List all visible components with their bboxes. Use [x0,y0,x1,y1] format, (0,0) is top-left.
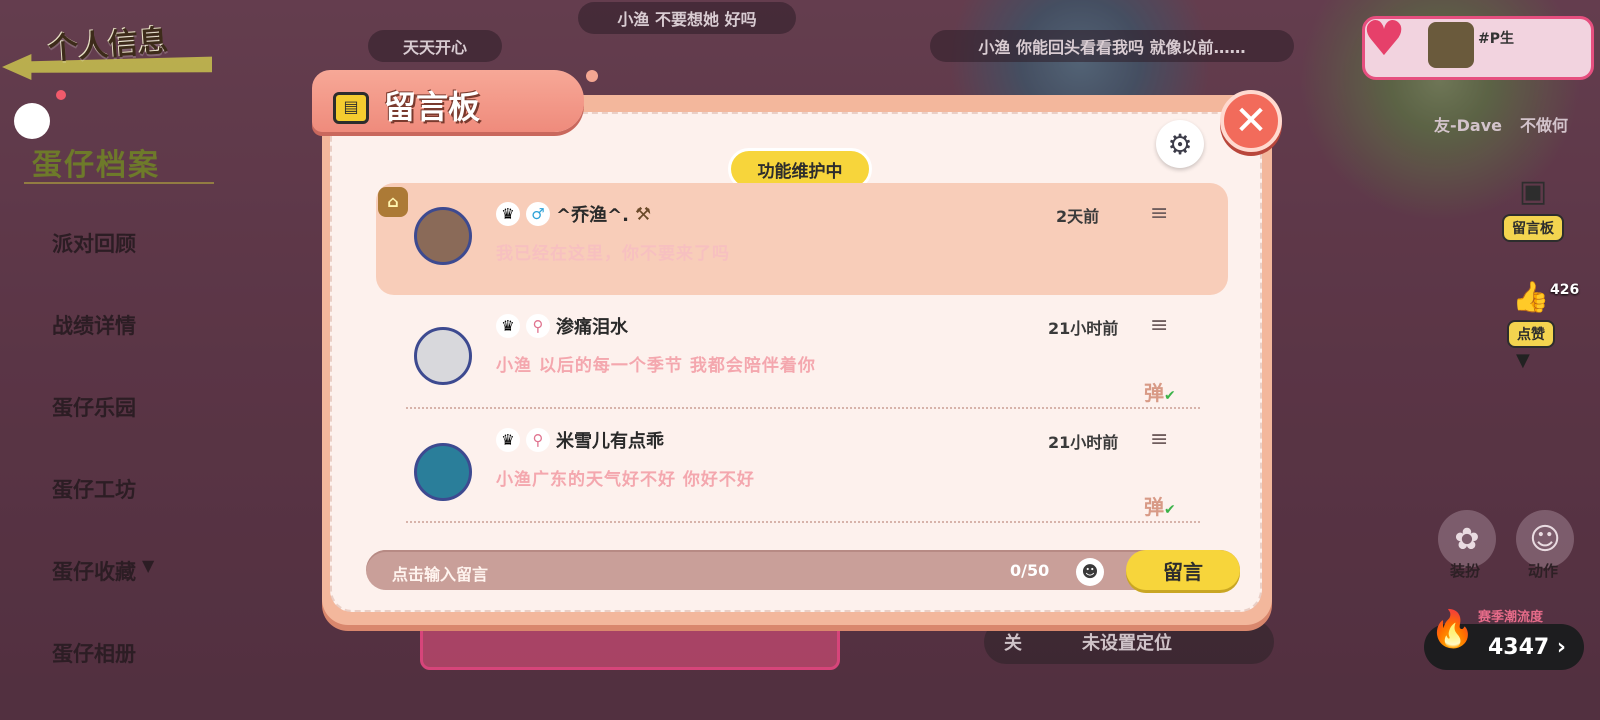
search-icon: ⚲ [526,428,550,452]
danmu-pill-3: 小渔 你能回头看看我吗 就像以前…… [930,30,1294,62]
rank-badge-icon: ♛ [496,314,520,338]
heat-value: 4347 [1488,634,1550,660]
rank-badge-icon: ♛ [496,202,520,226]
message-input-placeholder[interactable]: 点击输入留言 [392,561,488,585]
close-icon: ✕ [1234,98,1268,144]
action-label: 动作 [1528,562,1559,580]
message-text: 我已经在这里，你不要来了吗 [496,244,730,264]
like-button-label: 点赞 [1507,320,1555,348]
menu-item-label: 派对回顾 [52,232,136,256]
location-pill[interactable]: 关 未设置定位 [984,620,1274,664]
rank-badge-icon: ♛ [496,428,520,452]
board-button[interactable]: ▣ 留言板 [1494,168,1572,242]
male-icon: ♂ [526,202,550,226]
menu-icon[interactable]: ≡ [1150,201,1168,226]
menu-item-collection[interactable]: 蛋仔收藏 ▼ [52,556,154,638]
profile-avatar[interactable] [1428,22,1474,68]
chevron-down-icon[interactable]: ▼ [1516,350,1530,371]
menu-item-party-review[interactable]: 派对回顾 [52,228,154,310]
location-toggle[interactable]: 关 [1004,629,1022,655]
check-icon: ✔ [1164,388,1176,404]
user-name[interactable]: 米雪儿有点乖 [556,427,664,453]
timestamp: 21小时前 [1048,319,1119,338]
profile-name: #P生 [1478,31,1514,47]
avatar[interactable] [14,103,50,139]
user-name[interactable]: ^乔渔^. [556,201,629,227]
like-count: 426 [1550,282,1580,298]
menu-item-label: 战绩详情 [52,314,136,338]
board-button-label: 留言板 [1502,214,1564,242]
timestamp: 21小时前 [1048,433,1119,452]
page-title: 个人信息 [47,23,170,68]
avatar[interactable] [414,327,472,385]
menu-item-album[interactable]: 蛋仔相册 [52,638,154,720]
decorative-dot [586,70,598,82]
board-icon: ▤ [333,92,369,124]
message-input[interactable] [366,550,1240,590]
char-count: 0/50 [1010,561,1050,580]
menu-item-label: 蛋仔收藏 [52,560,136,584]
menu-icon[interactable]: ≡ [1150,313,1168,338]
chevron-down-icon: ▼ [142,556,155,575]
menu-item-label: 蛋仔工坊 [52,478,136,502]
close-button[interactable]: ✕ [1220,90,1282,152]
message-meta: ♛ ⚲ 渗痛泪水 [496,313,628,339]
section-title[interactable]: 蛋仔档案 [32,140,160,184]
message-meta: ♛ ♂ ^乔渔^. ⚒ [496,201,651,227]
settings-button[interactable]: ⚙ [1156,120,1204,168]
danmu-label: 弹 [1144,495,1164,519]
danmu-pill-2: 天天开心 [368,30,502,62]
board-icon: ▣ [1518,173,1548,209]
friend-status: 不做何 [1520,116,1569,135]
hammer-icon: ⚒ [635,203,652,225]
timestamp: 2天前 [1056,207,1100,226]
menu-icon[interactable]: ≡ [1150,427,1168,452]
menu-item-label: 蛋仔相册 [52,642,136,666]
message-text: 小渔广东的天气好不好 你好不好 [496,470,755,490]
flame-icon: 🔥 [1430,609,1475,650]
heart-icon: ♥ [1362,11,1406,67]
check-icon: ✔ [1164,502,1176,518]
list-item[interactable]: ♛ ⚲ 米雪儿有点乖 21小时前 ≡ 小渔广东的天气好不好 你好不好 弹✔ [406,409,1200,523]
friend-name: 友-Dave [1434,116,1503,135]
avatar[interactable] [414,207,472,265]
menu-item-battle-details[interactable]: 战绩详情 [52,310,154,392]
danmu-label: 弹 [1144,381,1164,405]
list-item[interactable]: ⌂ ♛ ♂ ^乔渔^. ⚒ 2天前 ≡ 我已经在这里，你不要来了吗 [376,183,1228,295]
dialog-title: 留言板 [384,88,481,126]
message-meta: ♛ ⚲ 米雪儿有点乖 [496,427,664,453]
divider [24,182,214,184]
menu-item-paradise[interactable]: 蛋仔乐园 [52,392,154,474]
menu-item-label: 蛋仔乐园 [52,396,136,420]
emoji-icon[interactable]: ☻ [1076,558,1104,586]
list-item[interactable]: ♛ ⚲ 渗痛泪水 21小时前 ≡ 小渔 以后的每一个季节 我都会陪伴着你 弹✔ [406,295,1200,409]
location-text: 未设置定位 [1082,633,1172,654]
message-text: 小渔 以后的每一个季节 我都会陪伴着你 [496,356,816,376]
heat-label: 赛季潮流度 [1478,610,1544,625]
pin-icon: ⌂ [378,187,408,217]
dress-label: 装扮 [1450,562,1481,580]
stats-strip [420,618,840,670]
message-list[interactable]: ⌂ ♛ ♂ ^乔渔^. ⚒ 2天前 ≡ 我已经在这里，你不要来了吗 ♛ ⚲ 渗痛… [376,183,1228,538]
danmu-button[interactable]: 弹✔ [1144,377,1176,406]
send-button[interactable]: 留言 [1126,550,1240,590]
search-icon: ⚲ [526,314,550,338]
avatar[interactable] [414,443,472,501]
gear-icon: ⚙ [1167,127,1193,161]
left-menu: 派对回顾 战绩详情 蛋仔乐园 蛋仔工坊 蛋仔收藏 ▼ 蛋仔相册 [52,228,154,720]
notification-dot [56,90,66,100]
danmu-pill-1: 小渔 不要想她 好吗 [578,2,796,34]
menu-item-workshop[interactable]: 蛋仔工坊 [52,474,154,556]
danmu-button[interactable]: 弹✔ [1144,491,1176,520]
user-name[interactable]: 渗痛泪水 [556,313,628,339]
